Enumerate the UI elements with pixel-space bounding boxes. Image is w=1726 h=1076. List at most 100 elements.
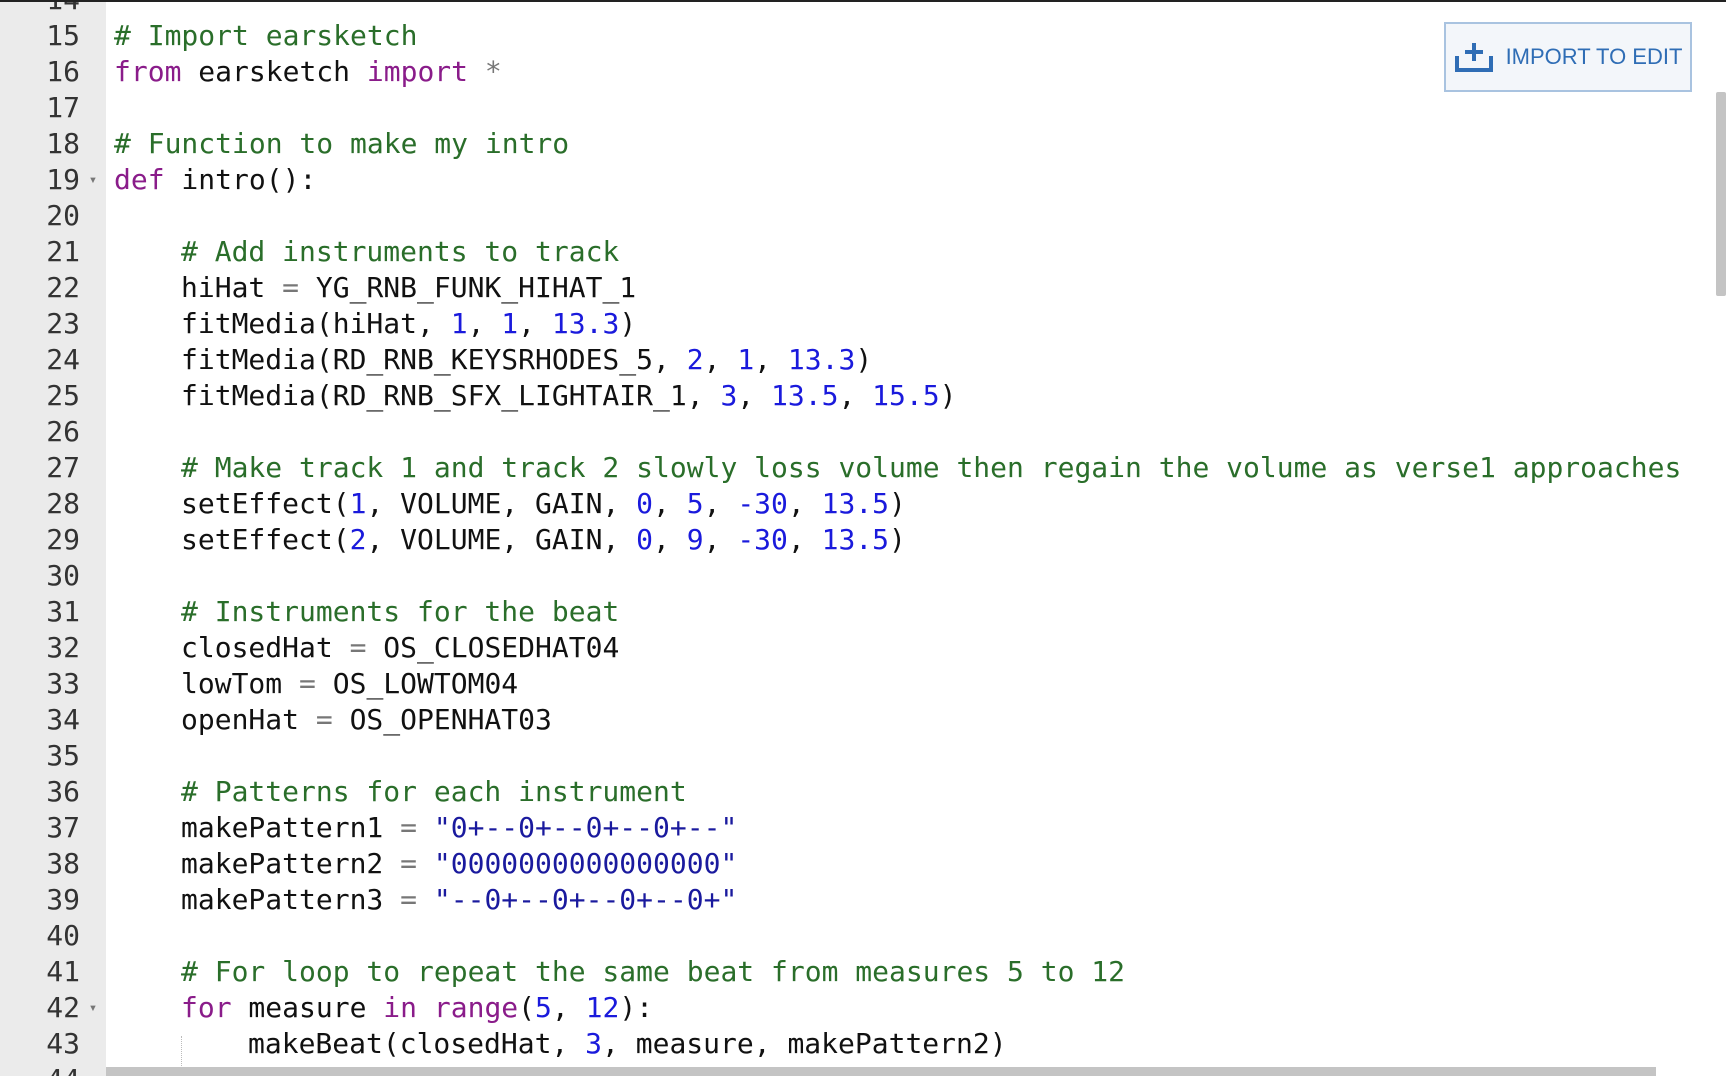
code-token-plain: , [754, 343, 788, 376]
code-text: # Add instruments to track [181, 234, 619, 270]
line-number: 19 [46, 163, 80, 196]
line-number: 43 [46, 1027, 80, 1060]
code-line[interactable]: 17 [0, 90, 1726, 126]
fold-toggle-icon[interactable]: ▾ [86, 990, 100, 1026]
line-number: 33 [46, 667, 80, 700]
code-line[interactable]: 36 # Patterns for each instrument [0, 774, 1726, 810]
code-line[interactable]: 34 openHat = OS_OPENHAT03 [0, 702, 1726, 738]
code-token-comment: # For loop to repeat the same beat from … [181, 955, 1126, 988]
code-line[interactable]: 40 [0, 918, 1726, 954]
code-token-number: 5 [535, 991, 552, 1024]
code-text: fitMedia(RD_RNB_SFX_LIGHTAIR_1, 3, 13.5,… [181, 378, 956, 414]
code-token-number: 13.5 [821, 487, 890, 520]
code-token-number: 0 [636, 487, 654, 520]
code-line[interactable]: 29 setEffect(2, VOLUME, GAIN, 0, 9, -30, … [0, 522, 1726, 558]
import-to-edit-button[interactable]: IMPORT TO EDIT [1444, 22, 1692, 92]
code-token-keyword: def [114, 163, 165, 196]
code-text: from earsketch import * [114, 54, 502, 90]
code-token-plain: makePattern1 [181, 811, 401, 844]
code-line[interactable]: 39 makePattern3 = "--0+--0+--0+--0+" [0, 882, 1726, 918]
code-line[interactable]: 38 makePattern2 = "0000000000000000" [0, 846, 1726, 882]
vertical-scrollbar-thumb[interactable] [1716, 92, 1726, 296]
code-line[interactable]: 18 # Function to make my intro [0, 126, 1726, 162]
code-token-keyword: for [181, 991, 232, 1024]
code-line[interactable]: 42 ▾ for measure in range(5, 12): [0, 990, 1726, 1026]
code-line[interactable]: 23 fitMedia(hiHat, 1, 1, 13.3) [0, 306, 1726, 342]
line-number: 17 [46, 91, 80, 124]
code-token-number: 13.3 [551, 307, 620, 340]
code-line[interactable]: 32 closedHat = OS_CLOSEDHAT04 [0, 630, 1726, 666]
line-number: 41 [46, 955, 80, 988]
code-line[interactable]: 24 fitMedia(RD_RNB_KEYSRHODES_5, 2, 1, 13… [0, 342, 1726, 378]
code-token-number: 13.5 [821, 523, 890, 556]
code-token-plain: ) [889, 523, 906, 556]
code-text: makeBeat(closedHat, 3, measure, makePatt… [248, 1026, 1007, 1062]
code-token-plain: ) [619, 307, 637, 340]
code-token-plain: , [737, 379, 772, 412]
code-token-plain: , VOLUME, GAIN, [366, 523, 637, 556]
code-token-plain: , [787, 487, 822, 520]
code-text: for measure in range(5, 12): [181, 990, 653, 1026]
code-token-plain: makePattern3 [181, 883, 401, 916]
code-token-plain: , [551, 991, 586, 1024]
code-line[interactable]: 37 makePattern1 = "0+--0+--0+--0+--" [0, 810, 1726, 846]
line-number: 44 [0, 1062, 80, 1076]
code-token-number: -30 [737, 523, 788, 556]
line-number: 36 [46, 775, 80, 808]
code-text: setEffect(2, VOLUME, GAIN, 0, 9, -30, 13… [181, 522, 906, 558]
code-token-plain: , [787, 523, 822, 556]
code-line[interactable]: 20 [0, 198, 1726, 234]
code-text: makePattern2 = "0000000000000000" [181, 846, 737, 882]
line-number: 16 [46, 55, 80, 88]
code-token-plain: , [838, 379, 873, 412]
code-line[interactable]: 30 [0, 558, 1726, 594]
code-line[interactable]: 35 [0, 738, 1726, 774]
code-editor[interactable]: 1415# Import earsketch16from earsketch i… [0, 0, 1726, 1076]
code-token-keyword: range [433, 991, 519, 1024]
code-token-comment: # Patterns for each instrument [181, 775, 687, 808]
code-token-plain: ) [855, 343, 873, 376]
code-token-plain: , [703, 487, 738, 520]
code-token-plain: OS_OPENHAT03 [332, 703, 552, 736]
code-text: # Instruments for the beat [181, 594, 619, 630]
line-number: 15 [46, 19, 80, 52]
line-number: 34 [46, 703, 80, 736]
line-number: 21 [46, 235, 80, 268]
code-line[interactable]: 25 fitMedia(RD_RNB_SFX_LIGHTAIR_1, 3, 13.… [0, 378, 1726, 414]
line-number: 24 [46, 343, 80, 376]
code-token-number: 13.5 [771, 379, 839, 412]
code-line[interactable]: 21 # Add instruments to track [0, 234, 1726, 270]
fold-toggle-icon[interactable]: ▾ [86, 162, 100, 198]
code-token-plain: ): [619, 991, 654, 1024]
code-line[interactable]: 26 [0, 414, 1726, 450]
code-token-plain: fitMedia(RD_RNB_KEYSRHODES_5, [181, 343, 687, 376]
horizontal-scrollbar-thumb[interactable] [106, 1067, 1656, 1076]
code-area[interactable]: 1415# Import earsketch16from earsketch i… [0, 0, 1726, 1076]
code-token-plain: , measure, makePattern2) [602, 1027, 1007, 1060]
code-token-number: 0 [636, 523, 654, 556]
code-token-plain: setEffect( [181, 523, 350, 556]
code-line[interactable]: 22 hiHat = YG_RNB_FUNK_HIHAT_1 [0, 270, 1726, 306]
code-text: makePattern3 = "--0+--0+--0+--0+" [181, 882, 737, 918]
code-token-plain: OS_CLOSEDHAT04 [366, 631, 620, 664]
code-token-op: * [468, 55, 502, 88]
code-line[interactable]: 14 [0, 0, 1726, 18]
code-line[interactable]: 31 # Instruments for the beat [0, 594, 1726, 630]
code-token-plain: earsketch [181, 55, 367, 88]
code-token-comment: # Make track 1 and track 2 slowly loss v… [181, 451, 1682, 484]
code-text: setEffect(1, VOLUME, GAIN, 0, 5, -30, 13… [181, 486, 906, 522]
code-line[interactable]: 41 # For loop to repeat the same beat fro… [0, 954, 1726, 990]
line-number: 31 [46, 595, 80, 628]
code-line[interactable]: 28 setEffect(1, VOLUME, GAIN, 0, 5, -30, … [0, 486, 1726, 522]
code-token-keyword: in [383, 991, 418, 1024]
code-line[interactable]: 33 lowTom = OS_LOWTOM04 [0, 666, 1726, 702]
code-line[interactable]: 43 makeBeat(closedHat, 3, measure, makePa… [0, 1026, 1726, 1062]
code-token-plain: intro(): [164, 163, 317, 196]
code-line[interactable]: 27 # Make track 1 and track 2 slowly loss… [0, 450, 1726, 486]
code-token-string: "0000000000000000" [433, 847, 738, 880]
code-line[interactable]: 19 ▾ def intro(): [0, 162, 1726, 198]
code-token-comment: # Function to make my intro [114, 127, 570, 160]
code-token-number: 1 [450, 307, 468, 340]
